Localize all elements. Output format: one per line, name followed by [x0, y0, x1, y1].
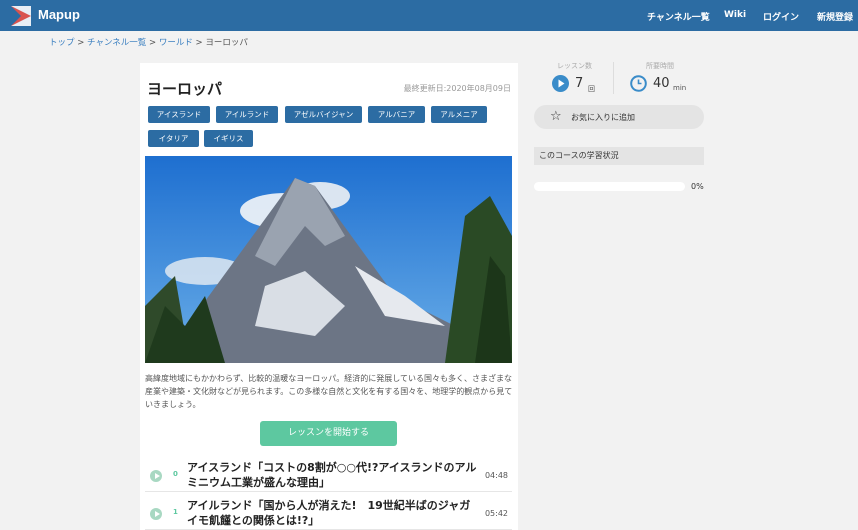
breadcrumb: トップ > チャンネル一覧 > ワールド > ヨーロッパ: [49, 36, 248, 48]
course-title: ヨーロッパ: [147, 80, 223, 98]
tag-uk[interactable]: イギリス: [204, 130, 253, 147]
play-icon[interactable]: [150, 508, 162, 520]
clock-icon: [630, 75, 647, 92]
lesson-count-label: レッスン数: [557, 62, 592, 70]
lesson-title[interactable]: アイスランド「コストの8割が○○代!?アイスランドのアルミニウム工業が盛んな理由…: [187, 460, 477, 490]
tag-azerbaijan[interactable]: アゼルバイジャン: [285, 106, 362, 123]
breadcrumb-separator: >: [195, 38, 203, 48]
mapup-logo-icon[interactable]: [11, 6, 31, 26]
lesson-item[interactable]: 0 アイスランド「コストの8割が○○代!?アイスランドのアルミニウム工業が盛んな…: [145, 458, 512, 492]
lesson-duration: 05:42: [484, 509, 508, 518]
lesson-number: 0: [173, 470, 178, 478]
brand-name[interactable]: Mapup: [38, 7, 80, 22]
nav-login[interactable]: ログイン: [763, 10, 799, 23]
stats-divider: [613, 62, 614, 94]
learning-status-heading: このコースの学習状況: [534, 147, 704, 165]
top-navbar: Mapup チャンネル一覧 Wiki ログイン 新規登録: [0, 0, 858, 31]
progress-percent: 0%: [691, 182, 704, 191]
lesson-count: 7: [575, 76, 584, 91]
nav-wiki[interactable]: Wiki: [724, 10, 746, 20]
duration-value: 40: [653, 76, 670, 91]
lesson-item[interactable]: 1 アイルランド「国から人が消えた! 19世紀半ばのジャガイモ飢饉との関係とは!…: [145, 496, 512, 530]
breadcrumb-channel-list[interactable]: チャンネル一覧: [87, 38, 146, 48]
start-lesson-button[interactable]: レッスンを開始する: [260, 421, 397, 446]
nav-signup[interactable]: 新規登録: [817, 10, 853, 23]
tag-armenia[interactable]: アルメニア: [431, 106, 487, 123]
lesson-count-unit: 回: [588, 85, 595, 93]
duration-unit: min: [673, 84, 687, 92]
breadcrumb-top[interactable]: トップ: [49, 38, 75, 48]
tag-ireland[interactable]: アイルランド: [216, 106, 278, 123]
breadcrumb-separator: >: [149, 38, 157, 48]
course-card: ヨーロッパ 最終更新日:2020年08月09日 アイスランド アイルランド アゼ…: [140, 63, 518, 530]
last-updated: 最終更新日:2020年08月09日: [403, 84, 511, 93]
progress-bar: [534, 182, 685, 191]
breadcrumb-current: ヨーロッパ: [205, 38, 248, 48]
lesson-title[interactable]: アイルランド「国から人が消えた! 19世紀半ばのジャガイモ飢饉との関係とは!?」: [187, 498, 477, 528]
tag-albania[interactable]: アルバニア: [368, 106, 425, 123]
lesson-number: 1: [173, 508, 178, 516]
tag-iceland[interactable]: アイスランド: [148, 106, 210, 123]
course-hero-image: [145, 156, 512, 363]
tag-italy[interactable]: イタリア: [148, 130, 199, 147]
star-icon: ☆: [550, 109, 562, 124]
breadcrumb-separator: >: [77, 38, 85, 48]
duration-label: 所要時間: [646, 62, 674, 70]
lesson-duration: 04:48: [484, 471, 508, 480]
add-favorite-button[interactable]: ☆ お気に入りに追加: [534, 105, 704, 129]
play-circle-icon: [552, 75, 569, 92]
add-favorite-label: お気に入りに追加: [571, 113, 635, 122]
nav-channel-list[interactable]: チャンネル一覧: [647, 10, 710, 23]
course-description: 高緯度地域にもかかわらず、比較的温暖なヨーロッパ。経済的に発展している国々も多く…: [145, 374, 513, 409]
mountain-photo-icon: [145, 156, 512, 363]
play-icon[interactable]: [150, 470, 162, 482]
breadcrumb-world[interactable]: ワールド: [159, 38, 193, 48]
